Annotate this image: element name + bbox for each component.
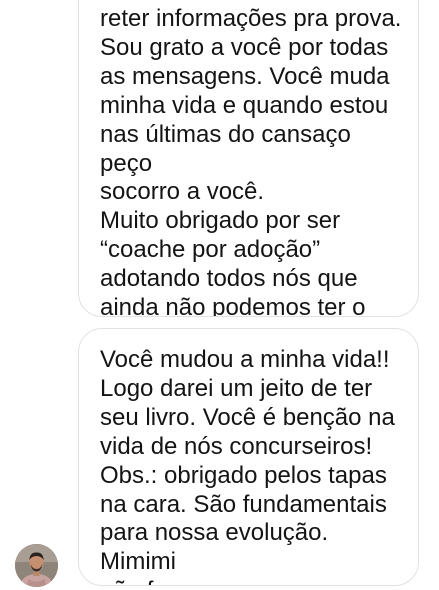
sender-avatar[interactable] xyxy=(15,544,58,587)
message-bubble[interactable]: reter informações pra prova. Sou grato a… xyxy=(78,0,419,317)
message-text: reter informações pra prova. Sou grato a… xyxy=(100,5,402,317)
message-bubble[interactable]: Você mudou a minha vida!! Logo darei um … xyxy=(78,328,419,586)
user-avatar-photo-icon xyxy=(15,544,58,587)
message-text: Você mudou a minha vida!! Logo darei um … xyxy=(100,346,403,585)
